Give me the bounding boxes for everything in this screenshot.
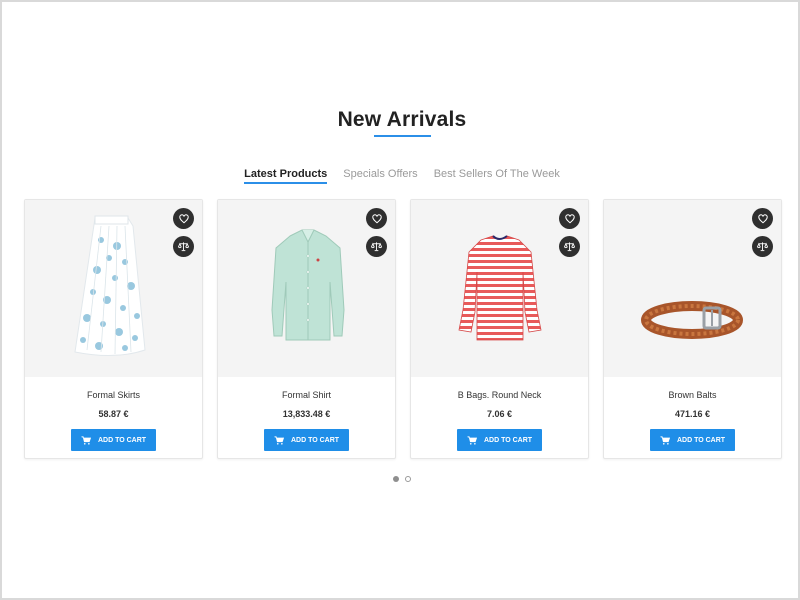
compare-button[interactable] xyxy=(173,236,194,257)
product-price: 471.16 € xyxy=(674,409,711,419)
product-price: 7.06 € xyxy=(486,409,513,419)
page-frame: New Arrivals Latest Products Specials Of… xyxy=(0,0,800,600)
product-name[interactable]: Brown Balts xyxy=(604,390,781,400)
product-image-area[interactable] xyxy=(218,200,395,377)
add-to-cart-label: ADD TO CART xyxy=(676,436,726,444)
add-to-cart-button[interactable]: ADD TO CART xyxy=(264,429,349,451)
heart-icon xyxy=(371,213,382,223)
wishlist-button[interactable] xyxy=(752,208,773,229)
brown-belt-image xyxy=(641,301,743,339)
wishlist-button[interactable] xyxy=(559,208,580,229)
cart-icon xyxy=(274,435,284,445)
scale-icon xyxy=(757,242,768,252)
carousel-pagination xyxy=(393,476,411,482)
compare-button[interactable] xyxy=(752,236,773,257)
wishlist-button[interactable] xyxy=(173,208,194,229)
add-to-cart-label: ADD TO CART xyxy=(483,436,533,444)
product-card: Formal Skirts 58.87 € ADD TO CART xyxy=(24,199,203,459)
cart-icon xyxy=(467,435,477,445)
add-to-cart-button[interactable]: ADD TO CART xyxy=(457,429,542,451)
title-underline xyxy=(374,135,431,137)
scale-icon xyxy=(178,242,189,252)
product-image-area[interactable] xyxy=(604,200,781,377)
wishlist-button[interactable] xyxy=(366,208,387,229)
carousel-dot-1[interactable] xyxy=(393,476,399,482)
product-grid: Formal Skirts 58.87 € ADD TO CART Formal… xyxy=(24,199,782,459)
striped-top-image xyxy=(458,235,542,341)
product-image-area[interactable] xyxy=(411,200,588,377)
product-name[interactable]: B Bags. Round Neck xyxy=(411,390,588,400)
add-to-cart-button[interactable]: ADD TO CART xyxy=(650,429,735,451)
tab-latest-products[interactable]: Latest Products xyxy=(244,168,328,184)
section-title: New Arrivals xyxy=(337,108,467,131)
scale-icon xyxy=(564,242,575,252)
heart-icon xyxy=(564,213,575,223)
floral-skirt-image xyxy=(74,215,146,357)
cart-icon xyxy=(81,435,91,445)
cart-icon xyxy=(660,435,670,445)
mint-shirt-image xyxy=(271,229,345,341)
carousel-dot-2[interactable] xyxy=(405,476,411,482)
compare-button[interactable] xyxy=(366,236,387,257)
tab-best-sellers[interactable]: Best Sellers Of The Week xyxy=(434,168,560,184)
add-to-cart-label: ADD TO CART xyxy=(290,436,340,444)
product-card: B Bags. Round Neck 7.06 € ADD TO CART xyxy=(410,199,589,459)
add-to-cart-button[interactable]: ADD TO CART xyxy=(71,429,156,451)
compare-button[interactable] xyxy=(559,236,580,257)
product-price: 58.87 € xyxy=(98,409,129,419)
product-card: Formal Shirt 13,833.48 € ADD TO CART xyxy=(217,199,396,459)
tab-specials-offers[interactable]: Specials Offers xyxy=(343,168,417,184)
heart-icon xyxy=(757,213,768,223)
product-tabs: Latest Products Specials Offers Best Sel… xyxy=(2,168,800,184)
product-card: Brown Balts 471.16 € ADD TO CART xyxy=(603,199,782,459)
product-image-area[interactable] xyxy=(25,200,202,377)
heart-icon xyxy=(178,213,189,223)
product-name[interactable]: Formal Shirt xyxy=(218,390,395,400)
scale-icon xyxy=(371,242,382,252)
product-name[interactable]: Formal Skirts xyxy=(25,390,202,400)
add-to-cart-label: ADD TO CART xyxy=(97,436,147,444)
product-price: 13,833.48 € xyxy=(282,409,331,419)
